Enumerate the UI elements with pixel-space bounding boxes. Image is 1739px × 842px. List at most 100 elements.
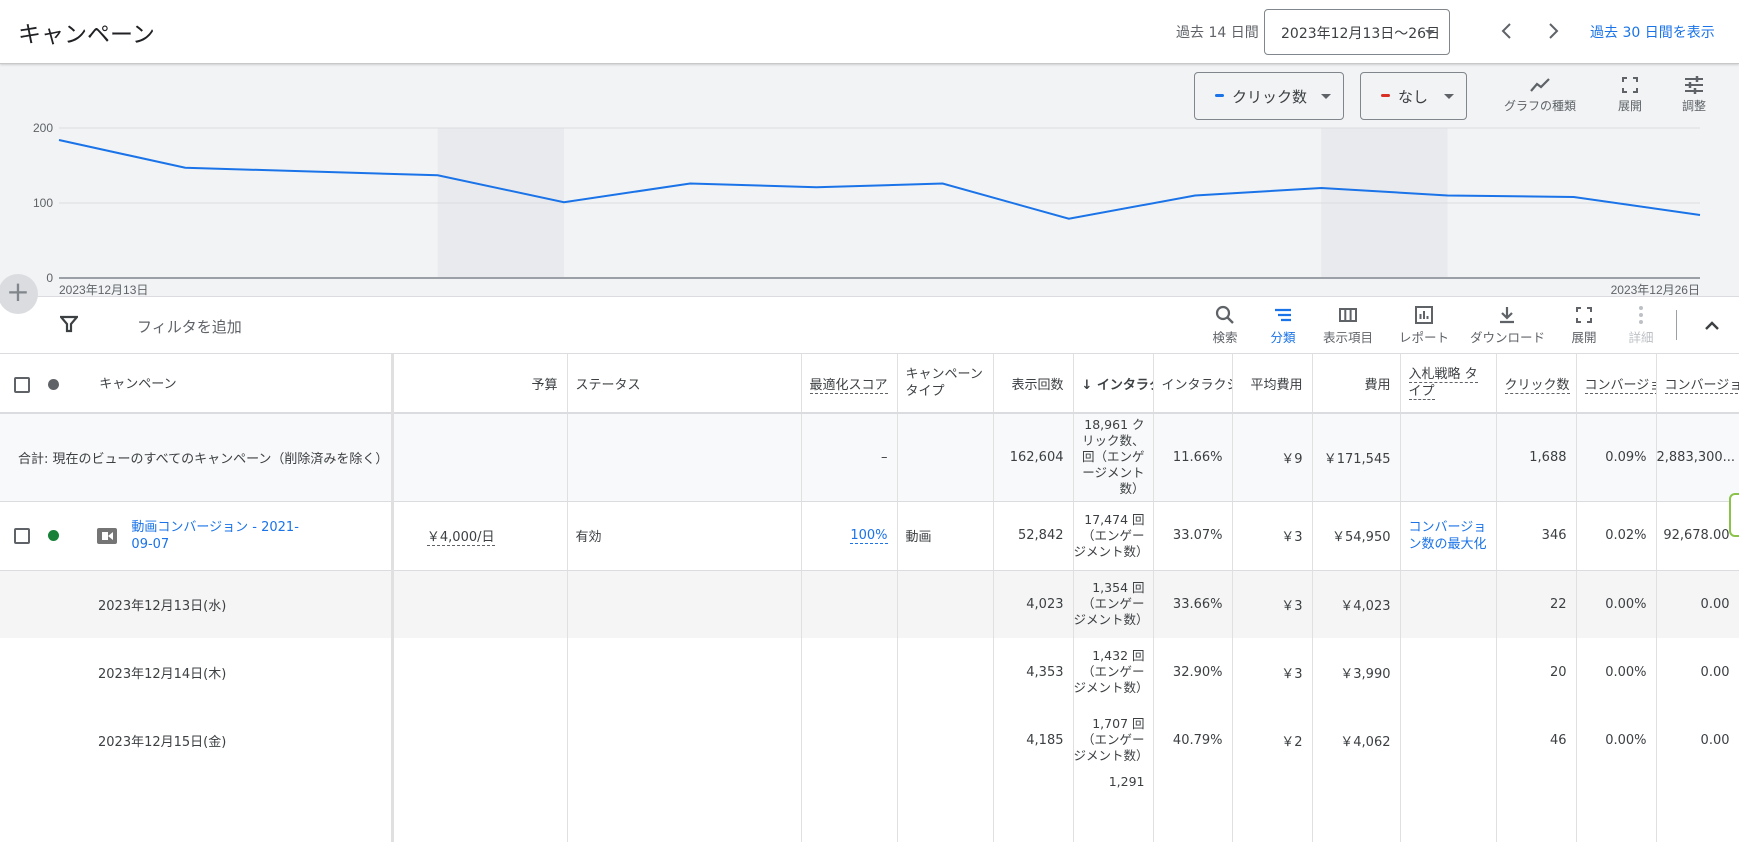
table-header-row: キャンペーン 予算 ステータス 最適化スコア キャンペーン タイプ 表示回数 ↓… <box>0 354 1739 413</box>
dropdown-caret-icon <box>1321 94 1331 99</box>
toolbar-columns-label: 表示項目 <box>1323 330 1373 345</box>
status-enabled-dot[interactable] <box>48 530 59 541</box>
header-clicks[interactable]: クリック数 <box>1496 354 1576 413</box>
header-conv-rate[interactable]: コンバージョン率 <box>1576 354 1656 413</box>
campaign-budget[interactable]: ￥4,000/日 <box>392 501 567 570</box>
toolbar-expand-label: 展開 <box>1571 330 1596 345</box>
metric1-select[interactable]: クリック数 <box>1194 72 1344 120</box>
campaign-name-cell: 動画コンバージョン - 2021-09-07 <box>0 501 392 570</box>
dropdown-caret-icon <box>1425 30 1435 35</box>
day-conv-rate: 0.00% <box>1576 706 1656 774</box>
day-cost: ￥4,062 <box>1312 706 1400 774</box>
sort-arrow-down-icon: ↓ <box>1082 378 1097 393</box>
header-avg-cost[interactable]: 平均費用 <box>1232 354 1312 413</box>
header-opt-score[interactable]: 最適化スコア <box>801 354 897 413</box>
header-campaign-type[interactable]: キャンペーン タイプ <box>897 354 993 413</box>
day-interactions: 1,432 回（エンゲージメント数） <box>1073 638 1153 706</box>
video-campaign-icon <box>97 528 117 544</box>
empty-cell <box>392 638 567 706</box>
header-opt-score-label: 最適化スコア <box>810 378 888 394</box>
header-budget[interactable]: 予算 <box>392 354 567 413</box>
day-impressions: 4,353 <box>993 638 1073 706</box>
day-interactions: 1,354 回（エンゲージメント数） <box>1073 570 1153 638</box>
toolbar-more-button[interactable]: 詳細 <box>1621 305 1661 346</box>
day-cost <box>1312 774 1400 842</box>
total-bid-strategy <box>1400 413 1496 501</box>
day-clicks: 20 <box>1496 638 1576 706</box>
y-tick-label: 100 <box>33 196 53 210</box>
metric2-select[interactable]: なし <box>1360 72 1467 120</box>
toolbar-search-button[interactable]: 検索 <box>1205 305 1245 346</box>
total-interactions: 18,961 クリック数、回（エンゲージメント数） <box>1073 413 1153 501</box>
day-clicks: 46 <box>1496 706 1576 774</box>
total-status <box>567 413 801 501</box>
toolbar-expand-button[interactable]: 展開 <box>1564 305 1604 346</box>
segment-icon <box>1273 305 1293 325</box>
campaign-cost: ￥54,950 <box>1312 501 1400 570</box>
empty-cell <box>897 706 993 774</box>
campaign-opt-score[interactable]: 100% <box>801 501 897 570</box>
metric2-swatch <box>1381 94 1390 97</box>
toolbar-report-button[interactable]: レポート <box>1396 305 1452 346</box>
next-period-button[interactable] <box>1538 16 1568 46</box>
tune-icon <box>1684 76 1704 94</box>
toolbar-download-label: ダウンロード <box>1470 330 1545 345</box>
day-conv-rate: 0.00% <box>1576 638 1656 706</box>
add-filter-input[interactable]: フィルタを追加 <box>137 316 242 337</box>
bid-strategy-link[interactable]: コンバージョン数の最大化 <box>1409 519 1487 553</box>
toolbar-report-label: レポート <box>1399 330 1449 345</box>
day-conv-value <box>1656 774 1739 842</box>
select-all-checkbox[interactable] <box>14 377 30 393</box>
empty-cell <box>392 706 567 774</box>
prev-period-button[interactable] <box>1492 16 1522 46</box>
total-campaign-type <box>897 413 993 501</box>
empty-cell <box>1400 570 1496 638</box>
header-conv-value[interactable]: コンバージョン値 <box>1656 354 1739 413</box>
header-impressions[interactable]: 表示回数 <box>993 354 1073 413</box>
total-impressions: 162,604 <box>993 413 1073 501</box>
toolbar-download-button[interactable]: ダウンロード <box>1470 305 1544 346</box>
day-cost: ￥3,990 <box>1312 638 1400 706</box>
series-line-clicks <box>59 140 1700 219</box>
status-dot-header[interactable] <box>48 379 59 390</box>
total-label: 合計: 現在のビューのすべてのキャンペーン（削除済みを除く） <box>18 452 388 467</box>
day-date: 2023年12月15日(金) <box>0 706 392 774</box>
chart-adjust-button[interactable]: 調整 <box>1674 76 1714 114</box>
row-checkbox[interactable] <box>14 528 30 544</box>
collapse-chevron-up-icon[interactable] <box>1704 318 1720 332</box>
header-status[interactable]: ステータス <box>567 354 801 413</box>
chart-expand-button[interactable]: 展開 <box>1610 76 1650 114</box>
search-icon <box>1215 305 1235 325</box>
day-interaction-rate: 32.90% <box>1153 638 1232 706</box>
metric2-label: なし <box>1398 88 1428 106</box>
campaign-name-link[interactable]: 動画コンバージョン - 2021-09-07 <box>131 519 301 553</box>
day-interactions: 1,707 回（エンゲージメント数） <box>1073 706 1153 774</box>
performance-chart-panel: 01002002023年12月13日2023年12月26日 クリック数 なし グ… <box>0 64 1739 296</box>
chevron-right-icon <box>1538 16 1568 46</box>
campaign-budget-value: ￥4,000/日 <box>427 530 495 546</box>
header-campaign[interactable]: キャンペーン <box>0 354 392 413</box>
campaign-clicks: 346 <box>1496 501 1576 570</box>
day-conv-rate: 0.00% <box>1576 570 1656 638</box>
filter-icon[interactable] <box>60 315 78 333</box>
header-cost[interactable]: 費用 <box>1312 354 1400 413</box>
empty-cell <box>897 638 993 706</box>
empty-cell <box>1400 774 1496 842</box>
dropdown-caret-icon <box>1444 94 1454 99</box>
extension-widget[interactable] <box>1729 493 1739 537</box>
toolbar-columns-button[interactable]: 表示項目 <box>1318 305 1378 346</box>
chart-type-button[interactable]: グラフの種類 <box>1500 76 1580 114</box>
date-range-select[interactable]: 2023年12月13日～26日 <box>1264 9 1450 55</box>
header-interactions[interactable]: ↓ インタラクション <box>1073 354 1153 413</box>
empty-cell <box>897 570 993 638</box>
columns-icon <box>1338 305 1358 325</box>
fullscreen-icon <box>1574 305 1594 325</box>
toolbar-divider <box>1676 310 1677 340</box>
header-interaction-rate[interactable]: インタラクション率 <box>1153 354 1232 413</box>
line-chart-icon <box>1529 76 1551 94</box>
header-bid-strategy[interactable]: 入札戦略 タイプ <box>1400 354 1496 413</box>
show-30-days-link[interactable]: 過去 30 日間を表示 <box>1590 22 1715 42</box>
empty-cell <box>567 638 801 706</box>
toolbar-segment-button[interactable]: 分類 <box>1263 305 1303 346</box>
table-row: 1,291 <box>0 774 1739 842</box>
